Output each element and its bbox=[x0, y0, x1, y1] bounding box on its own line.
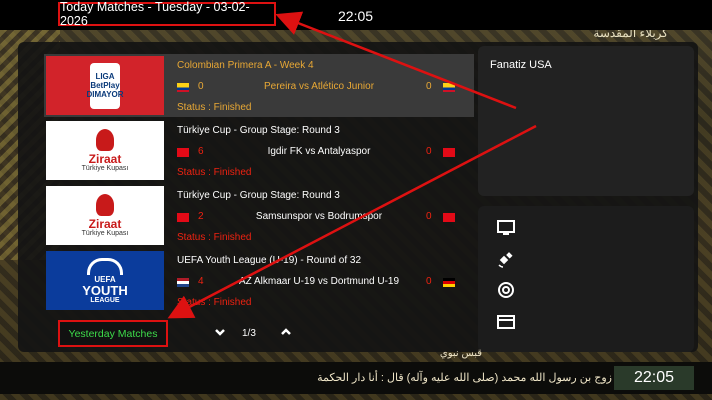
clock: 22:05 bbox=[338, 8, 374, 24]
home-flag bbox=[177, 148, 189, 157]
match-row[interactable]: LIGA BetPlay DIMAYOR Colombian Primera A -… bbox=[44, 54, 474, 117]
card-icon[interactable] bbox=[496, 312, 516, 332]
match-score-row: 0 Pereira vs Atlético Junior 0 bbox=[177, 81, 461, 95]
home-flag bbox=[177, 83, 189, 92]
satellite-icon[interactable] bbox=[496, 250, 516, 270]
match-teams: AZ Alkmaar U-19 vs Dortmund U-19 bbox=[238, 276, 400, 287]
ticker-subtitle: قبس نبوي bbox=[439, 348, 482, 359]
match-row[interactable]: Ziraat Türkiye Kupası Türkiye Cup - Group… bbox=[44, 119, 474, 182]
match-league: Türkiye Cup - Group Stage: Round 3 bbox=[177, 125, 340, 136]
top-bar: Today Matches - Tuesday - 03-02-2026 22:… bbox=[0, 0, 712, 30]
ticker-text: زوج بن رسول الله محمد (صلى الله عليه وآل… bbox=[317, 372, 612, 384]
page-indicator: 1/3 bbox=[242, 328, 256, 339]
provider-title: Fanatiz USA bbox=[490, 59, 552, 71]
league-logo: Ziraat Türkiye Kupası bbox=[46, 186, 164, 245]
match-teams: Pereira vs Atlético Junior bbox=[263, 81, 375, 92]
match-league: Türkiye Cup - Group Stage: Round 3 bbox=[177, 190, 340, 201]
match-status: Status : Finished bbox=[177, 167, 252, 178]
match-row[interactable]: UEFA YOUTH LEAGUE UEFA Youth League (U-19)… bbox=[44, 249, 474, 312]
away-score: 0 bbox=[426, 81, 432, 92]
chevron-down-icon[interactable] bbox=[214, 326, 226, 341]
away-flag bbox=[443, 148, 455, 157]
match-status: Status : Finished bbox=[177, 232, 252, 243]
home-flag bbox=[177, 213, 189, 222]
match-score-row: 2 Samsunspor vs Bodrumspor 0 bbox=[177, 211, 461, 225]
side-menu bbox=[478, 206, 694, 352]
match-status: Status : Finished bbox=[177, 297, 252, 308]
ticker-clock: 22:05 bbox=[614, 366, 694, 390]
at-sign-icon[interactable] bbox=[496, 280, 516, 300]
date-title: Today Matches - Tuesday - 03-02-2026 bbox=[58, 0, 276, 28]
home-flag bbox=[177, 278, 189, 287]
match-score-row: 4 AZ Alkmaar U-19 vs Dortmund U-19 0 bbox=[177, 276, 461, 290]
match-teams: Samsunspor vs Bodrumspor bbox=[255, 211, 383, 222]
yesterday-matches-button[interactable]: Yesterday Matches bbox=[58, 320, 168, 347]
match-teams: Igdir FK vs Antalyaspor bbox=[267, 146, 371, 157]
away-score: 0 bbox=[426, 276, 432, 287]
away-flag bbox=[443, 278, 455, 287]
match-row[interactable]: Ziraat Türkiye Kupası Türkiye Cup - Group… bbox=[44, 184, 474, 247]
match-league: UEFA Youth League (U-19) - Round of 32 bbox=[177, 255, 362, 266]
away-flag bbox=[443, 213, 455, 222]
away-score: 0 bbox=[426, 146, 432, 157]
league-logo: LIGA BetPlay DIMAYOR bbox=[46, 56, 164, 115]
match-league: Colombian Primera A - Week 4 bbox=[177, 60, 314, 71]
league-logo: Ziraat Türkiye Kupası bbox=[46, 121, 164, 180]
league-logo: UEFA YOUTH LEAGUE bbox=[46, 251, 164, 310]
news-ticker: زوج بن رسول الله محمد (صلى الله عليه وآل… bbox=[0, 348, 712, 394]
match-status: Status : Finished bbox=[177, 102, 252, 113]
away-flag bbox=[443, 83, 455, 92]
chevron-up-icon[interactable] bbox=[280, 326, 292, 341]
tv-icon[interactable] bbox=[496, 218, 516, 238]
provider-card[interactable]: Fanatiz USA bbox=[478, 46, 694, 196]
away-score: 0 bbox=[426, 211, 432, 222]
pagination: 1/3 bbox=[212, 326, 296, 342]
match-score-row: 6 Igdir FK vs Antalyaspor 0 bbox=[177, 146, 461, 160]
